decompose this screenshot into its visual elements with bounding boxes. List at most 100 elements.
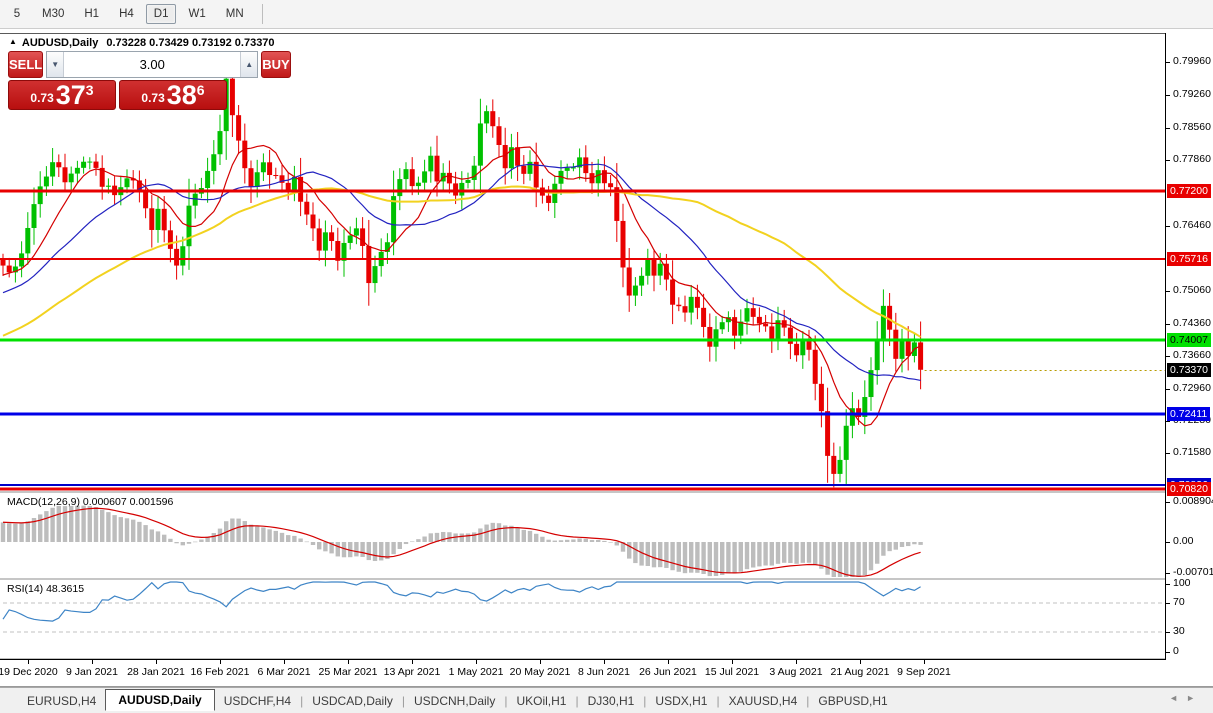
- date-label: 20 May 2021: [510, 666, 571, 678]
- toolbar-separator: [262, 4, 263, 24]
- axis-tick-mark: [1166, 389, 1170, 390]
- axis-tick-mark: [1166, 62, 1170, 63]
- axis-tick-mark: [1166, 421, 1170, 422]
- sell-price-main: 37: [56, 82, 86, 108]
- axis-tick-label: 0.77860: [1173, 153, 1211, 165]
- buy-button[interactable]: BUY: [261, 51, 290, 78]
- date-label: 26 Jun 2021: [639, 666, 697, 678]
- axis-tick-label: 0.73660: [1173, 349, 1211, 361]
- date-tick-mark: [28, 660, 29, 664]
- axis-tick-mark: [1166, 226, 1170, 227]
- timeframe-button-5[interactable]: 5: [4, 4, 30, 24]
- axis-tick-mark: [1166, 632, 1170, 633]
- timeframe-button-d1[interactable]: D1: [146, 4, 177, 24]
- tab-usdcnh-daily[interactable]: USDCNH,Daily: [405, 691, 504, 711]
- tab-eurusd-h4[interactable]: EURUSD,H4: [18, 691, 105, 711]
- axis-tick-label: 0: [1173, 645, 1179, 657]
- tab-usdcad-daily[interactable]: USDCAD,Daily: [303, 691, 402, 711]
- tab-gbpusd-h1[interactable]: GBPUSD,H1: [809, 691, 896, 711]
- date-label: 21 Aug 2021: [831, 666, 890, 678]
- date-label: 3 Aug 2021: [769, 666, 822, 678]
- volume-spinner: ▼ ▲: [46, 51, 258, 78]
- date-tick-mark: [284, 660, 285, 664]
- axis-tick-mark: [1166, 573, 1170, 574]
- chart-title: ▲AUDUSD,Daily0.73228 0.73429 0.73192 0.7…: [9, 37, 275, 49]
- date-tick-mark: [220, 660, 221, 664]
- axis-tick-label: 0.79260: [1173, 88, 1211, 100]
- macd-indicator-label: MACD(12,26,9) 0.000607 0.001596: [7, 496, 173, 508]
- tab-usdx-h1[interactable]: USDX,H1: [646, 691, 716, 711]
- sell-price-prefix: 0.73: [30, 91, 53, 105]
- axis-tick-mark: [1166, 652, 1170, 653]
- axis-tick-mark: [1166, 95, 1170, 96]
- tab-usdchf-h4[interactable]: USDCHF,H4: [215, 691, 300, 711]
- timeframe-toolbar: 5M30H1H4D1W1MN: [0, 0, 1213, 29]
- date-label: 19 Dec 2020: [0, 666, 58, 678]
- date-tick-mark: [476, 660, 477, 664]
- axis-tick-mark: [1166, 453, 1170, 454]
- date-label: 6 Mar 2021: [257, 666, 310, 678]
- timeframe-button-m30[interactable]: M30: [34, 4, 72, 24]
- date-tick-mark: [924, 660, 925, 664]
- axis-tick-label: 0.79960: [1173, 55, 1211, 67]
- tab-scroll-left-icon[interactable]: ◄: [1169, 693, 1186, 703]
- tab-scroll-arrows: ◄►: [1169, 693, 1203, 703]
- timeframe-button-group: 5M30H1H4D1W1MN: [0, 0, 254, 28]
- date-label: 25 Mar 2021: [319, 666, 378, 678]
- axis-tick-mark: [1166, 291, 1170, 292]
- tab-dj30-h1[interactable]: DJ30,H1: [579, 691, 644, 711]
- timeframe-button-h4[interactable]: H4: [111, 4, 142, 24]
- date-tick-mark: [604, 660, 605, 664]
- date-axis[interactable]: 19 Dec 20209 Jan 202128 Jan 202116 Feb 2…: [0, 660, 1165, 686]
- axis-tick-label: 0.76460: [1173, 219, 1211, 231]
- axis-tick-mark: [1166, 324, 1170, 325]
- price-axis[interactable]: 0.79960 0.79260 0.78560 0.77860 0.76460 0.750…: [1165, 33, 1213, 660]
- one-click-collapse-icon[interactable]: ▲: [9, 37, 17, 46]
- price-level-chip: 0.70820: [1167, 482, 1211, 496]
- chart-symbol-label: AUDUSD,Daily: [22, 37, 98, 49]
- date-label: 15 Jul 2021: [705, 666, 759, 678]
- timeframe-button-w1[interactable]: W1: [180, 4, 213, 24]
- axis-tick-label: 0.71580: [1173, 446, 1211, 458]
- axis-tick-mark: [1166, 542, 1170, 543]
- volume-input[interactable]: [64, 52, 240, 77]
- date-tick-mark: [732, 660, 733, 664]
- axis-tick-label: 70: [1173, 596, 1185, 608]
- price-level-chip: 0.73370: [1167, 363, 1211, 377]
- axis-tick-mark: [1166, 356, 1170, 357]
- price-level-chip: 0.72411: [1167, 407, 1210, 421]
- axis-tick-label: 100: [1173, 577, 1191, 589]
- volume-increase-icon[interactable]: ▲: [240, 52, 257, 77]
- volume-decrease-icon[interactable]: ▼: [47, 52, 64, 77]
- tab-scroll-right-icon[interactable]: ►: [1186, 693, 1203, 703]
- tab-audusd-daily[interactable]: AUDUSD,Daily: [105, 689, 214, 711]
- price-level-chip: 0.74007: [1167, 333, 1211, 347]
- date-tick-mark: [412, 660, 413, 664]
- date-label: 13 Apr 2021: [384, 666, 441, 678]
- one-click-trading-panel: SELL ▼ ▲ BUY 0.73 37 3 0.73 38 6: [8, 51, 227, 110]
- timeframe-button-mn[interactable]: MN: [218, 4, 252, 24]
- buy-price-display[interactable]: 0.73 38 6: [119, 80, 227, 110]
- axis-tick-label: 0.00: [1173, 535, 1193, 547]
- date-tick-mark: [796, 660, 797, 664]
- sell-button[interactable]: SELL: [8, 51, 43, 78]
- application-window: 5M30H1H4D1W1MN ▲AUDUSD,Daily0.73228 0.73…: [0, 0, 1213, 713]
- sell-price-pip: 3: [86, 82, 94, 98]
- axis-tick-label: 0.75060: [1173, 284, 1211, 296]
- date-tick-mark: [540, 660, 541, 664]
- timeframe-button-h1[interactable]: H1: [76, 4, 107, 24]
- date-tick-mark: [92, 660, 93, 664]
- buy-price-prefix: 0.73: [141, 91, 164, 105]
- axis-tick-label: 0.78560: [1173, 121, 1211, 133]
- tab-xauusd-h4[interactable]: XAUUSD,H4: [720, 691, 807, 711]
- sell-price-display[interactable]: 0.73 37 3: [8, 80, 116, 110]
- tab-ukoil-h1[interactable]: UKOil,H1: [507, 691, 575, 711]
- axis-tick-label: 0.008904: [1173, 495, 1213, 507]
- date-tick-mark: [860, 660, 861, 664]
- axis-tick-mark: [1166, 603, 1170, 604]
- price-level-chip: 0.77200: [1167, 184, 1211, 198]
- price-level-chip: 0.75716: [1167, 252, 1211, 266]
- axis-tick-label: 0.74360: [1173, 317, 1211, 329]
- chart-tab-list: EURUSD,H4AUDUSD,DailyUSDCHF,H4|USDCAD,Da…: [0, 688, 897, 713]
- date-label: 9 Sep 2021: [897, 666, 951, 678]
